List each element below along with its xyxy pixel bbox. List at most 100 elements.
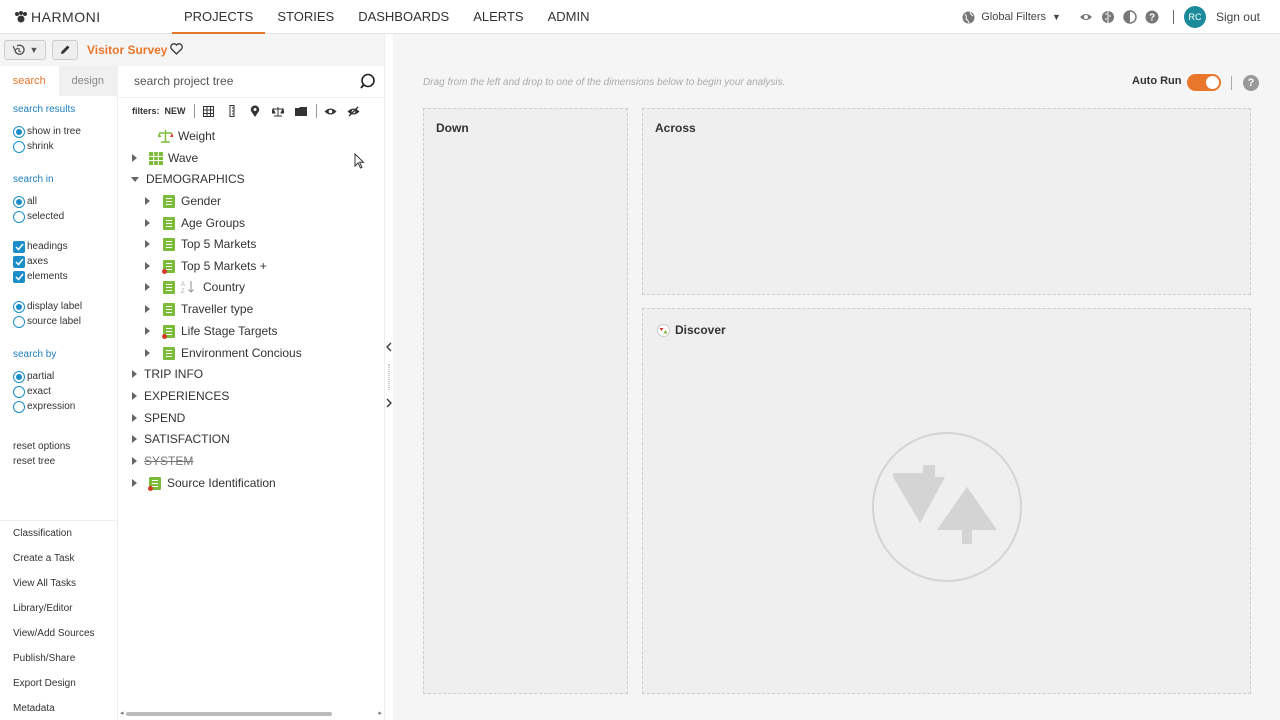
edit-project-button[interactable] <box>52 40 78 60</box>
menu-library-editor[interactable]: Library/Editor <box>0 596 118 621</box>
option-shrink[interactable]: shrink <box>13 139 118 154</box>
tree-node-wave[interactable]: Wave <box>132 148 198 168</box>
option-source-label[interactable]: source label <box>13 314 118 329</box>
across-drop-zone[interactable]: Across <box>642 108 1251 295</box>
tree-node-environment-concious[interactable]: Environment Concious <box>145 343 302 363</box>
expand-arrow-icon[interactable] <box>145 197 150 205</box>
reset-options-link[interactable]: reset options <box>13 439 118 454</box>
expand-arrow-icon[interactable] <box>132 414 137 422</box>
tree-node-top-5-markets[interactable]: Top 5 Markets <box>145 234 256 254</box>
expand-arrow-icon[interactable] <box>132 457 137 465</box>
menu-export-design[interactable]: Export Design <box>0 671 118 696</box>
option-selected[interactable]: selected <box>13 209 118 224</box>
menu-view-add-sources[interactable]: View/Add Sources <box>0 621 118 646</box>
expand-arrow-icon[interactable] <box>132 435 137 443</box>
option-display-label[interactable]: display label <box>13 299 118 314</box>
tree-node-demographics[interactable]: DEMOGRAPHICS <box>131 169 245 189</box>
ruler-icon[interactable] <box>224 103 240 119</box>
drag-handle[interactable] <box>388 364 390 390</box>
tree-node-age-groups[interactable]: Age Groups <box>145 213 245 233</box>
menu-metadata[interactable]: Metadata <box>0 696 118 720</box>
favorite-heart-icon[interactable] <box>170 43 183 55</box>
option-axes[interactable]: axes <box>13 254 118 269</box>
folder-icon[interactable] <box>293 103 309 119</box>
expand-arrow-icon[interactable] <box>132 392 137 400</box>
expand-right-icon[interactable] <box>385 398 393 408</box>
collapse-arrow-icon[interactable] <box>131 176 139 182</box>
tree-node-satisfaction[interactable]: SATISFACTION <box>132 429 230 449</box>
option-label: partial <box>27 371 55 382</box>
option-expression[interactable]: expression <box>13 399 118 414</box>
nav-projects[interactable]: PROJECTS <box>172 0 266 34</box>
expand-arrow-icon[interactable] <box>132 154 137 162</box>
option-headings[interactable]: headings <box>13 239 118 254</box>
eye-icon[interactable] <box>1079 10 1093 24</box>
help-icon[interactable]: ? <box>1145 10 1159 24</box>
tree-node-country[interactable]: AZ Country <box>145 277 245 297</box>
nav-admin[interactable]: ADMIN <box>536 0 602 34</box>
history-dropdown-button[interactable]: ▼ <box>4 40 46 60</box>
tree-node-label: Traveller type <box>181 302 254 316</box>
expand-arrow-icon[interactable] <box>145 283 150 291</box>
menu-classification[interactable]: Classification <box>0 521 118 546</box>
search-icon[interactable] <box>360 73 377 90</box>
tree-node-spend[interactable]: SPEND <box>132 408 185 428</box>
expand-arrow-icon[interactable] <box>145 240 150 248</box>
user-avatar[interactable]: RC <box>1183 6 1206 28</box>
expand-arrow-icon[interactable] <box>145 262 150 270</box>
scrollbar-thumb[interactable] <box>126 712 332 716</box>
sign-out-link[interactable]: Sign out <box>1216 10 1260 24</box>
option-show-in-tree[interactable]: show in tree <box>13 124 118 139</box>
option-partial[interactable]: partial <box>13 369 118 384</box>
global-filters-dropdown[interactable]: Global Filters ▼ <box>962 11 1061 24</box>
tree-node-system[interactable]: SYSTEM <box>132 451 193 471</box>
filter-new[interactable]: NEW <box>165 106 186 116</box>
tree-node-experiences[interactable]: EXPERIENCES <box>132 386 229 406</box>
option-exact[interactable]: exact <box>13 384 118 399</box>
horizontal-scrollbar[interactable]: ◂ ▸ <box>120 709 382 717</box>
nav-alerts[interactable]: ALERTS <box>461 0 535 34</box>
expand-arrow-icon[interactable] <box>145 219 150 227</box>
eye-icon[interactable] <box>323 103 339 119</box>
option-elements[interactable]: elements <box>13 269 118 284</box>
tree-node-gender[interactable]: Gender <box>145 191 221 211</box>
scroll-right-arrow-icon[interactable]: ▸ <box>378 709 382 717</box>
tree-node-trip-info[interactable]: TRIP INFO <box>132 364 203 384</box>
expand-arrow-icon[interactable] <box>145 305 150 313</box>
tree-node-label: Weight <box>178 129 216 143</box>
option-all[interactable]: all <box>13 194 118 209</box>
brain-icon[interactable] <box>1101 10 1115 24</box>
harmoni-logo[interactable]: HARMONI <box>14 9 101 25</box>
help-icon[interactable]: ? <box>1243 75 1259 91</box>
menu-publish-share[interactable]: Publish/Share <box>0 646 118 671</box>
contrast-icon[interactable] <box>1123 10 1137 24</box>
expand-arrow-icon[interactable] <box>132 479 137 487</box>
menu-create-task[interactable]: Create a Task <box>0 546 118 571</box>
map-pin-icon[interactable] <box>247 103 263 119</box>
collapse-left-icon[interactable] <box>385 342 393 352</box>
tree-search-input[interactable] <box>134 74 354 88</box>
expand-arrow-icon[interactable] <box>132 370 137 378</box>
menu-view-all-tasks[interactable]: View All Tasks <box>0 571 118 596</box>
tree-node-weight[interactable]: Weight <box>146 126 215 146</box>
eye-off-icon[interactable] <box>346 103 362 119</box>
tab-search[interactable]: search <box>0 66 59 96</box>
nav-dashboards[interactable]: DASHBOARDS <box>346 0 461 34</box>
discover-drop-zone[interactable]: Discover <box>642 308 1251 694</box>
search-in-heading: search in <box>13 174 54 185</box>
tree-node-life-stage-targets[interactable]: Life Stage Targets <box>145 321 278 341</box>
expand-arrow-icon[interactable] <box>145 327 150 335</box>
panel-splitter[interactable] <box>384 34 393 720</box>
scroll-left-arrow-icon[interactable]: ◂ <box>120 709 124 717</box>
reset-tree-link[interactable]: reset tree <box>13 454 118 469</box>
grid-icon[interactable] <box>201 103 217 119</box>
expand-arrow-icon[interactable] <box>145 349 150 357</box>
nav-stories[interactable]: STORIES <box>265 0 346 34</box>
tree-node-traveller-type[interactable]: Traveller type <box>145 299 253 319</box>
auto-run-toggle[interactable] <box>1187 74 1221 91</box>
down-drop-zone[interactable]: Down <box>423 108 628 694</box>
tree-node-top-5-markets-plus[interactable]: Top 5 Markets + <box>145 256 267 276</box>
tree-node-source-identification[interactable]: Source Identification <box>132 473 276 493</box>
tab-design[interactable]: design <box>58 66 117 96</box>
scale-icon[interactable] <box>270 103 286 119</box>
